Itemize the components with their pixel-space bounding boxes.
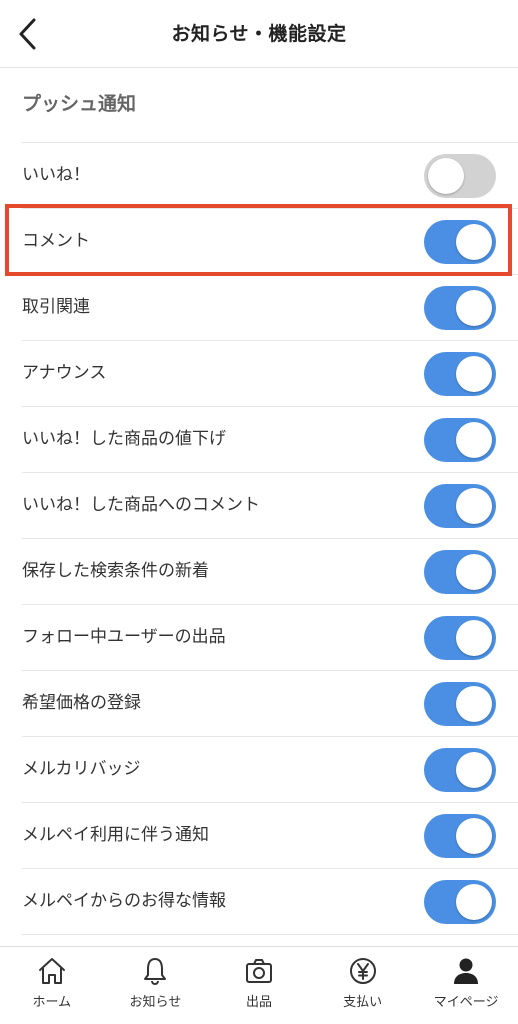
toggle-knob <box>456 620 492 656</box>
toggle-knob <box>456 488 492 524</box>
setting-label: いいね！した商品の値下げ <box>22 429 226 449</box>
toggle-knob <box>428 158 464 194</box>
toggle-knob <box>456 752 492 788</box>
setting-row-price-requests: 希望価格の登録 <box>22 671 518 737</box>
toggle-knob <box>456 290 492 326</box>
page-title: お知らせ・機能設定 <box>171 23 347 45</box>
setting-label: アナウンス <box>22 363 107 383</box>
toggle-switch[interactable] <box>424 880 496 924</box>
toggle-switch[interactable] <box>424 748 496 792</box>
toggle-knob <box>456 422 492 458</box>
toggle-switch[interactable] <box>424 220 496 264</box>
nav-label: ホーム <box>32 995 72 1010</box>
nav-item-mypage[interactable]: マイページ <box>414 947 518 1024</box>
setting-label: いいね！した商品へのコメント <box>22 495 260 515</box>
setting-row-transactions: 取引関連 <box>22 275 518 341</box>
header: お知らせ・機能設定 <box>0 0 518 68</box>
notification-settings-screen: お知らせ・機能設定 プッシュ通知 いいね！ コメント 取引関連 アナウンス いい… <box>0 0 518 1024</box>
section-title-push-notifications: プッシュ通知 <box>22 93 137 115</box>
toggle-switch[interactable] <box>424 154 496 198</box>
toggle-knob <box>456 686 492 722</box>
setting-row-announcements: アナウンス <box>22 341 518 407</box>
nav-label: マイページ <box>433 995 499 1010</box>
toggle-switch[interactable] <box>424 682 496 726</box>
camera-icon <box>243 955 275 987</box>
setting-label: メルカリバッジ <box>22 759 141 779</box>
person-icon <box>450 955 482 987</box>
setting-label: 保存した検索条件の新着 <box>22 561 209 581</box>
nav-item-notifications[interactable]: お知らせ <box>104 947 208 1024</box>
nav-label: 出品 <box>245 995 272 1010</box>
bell-icon <box>139 955 171 987</box>
toggle-switch[interactable] <box>424 352 496 396</box>
setting-row-comment: コメント <box>22 209 518 275</box>
toggle-switch[interactable] <box>424 616 496 660</box>
setting-row-merpay-usage: メルペイ利用に伴う通知 <box>22 803 518 869</box>
home-icon <box>36 955 68 987</box>
setting-row-like: いいね！ <box>22 143 518 209</box>
toggle-switch[interactable] <box>424 814 496 858</box>
setting-label: いいね！ <box>22 165 90 185</box>
setting-label: メルペイ利用に伴う通知 <box>22 825 209 845</box>
toggle-switch[interactable] <box>424 484 496 528</box>
nav-item-sell[interactable]: 出品 <box>207 947 311 1024</box>
nav-item-payment[interactable]: 支払い <box>311 947 415 1024</box>
toggle-switch[interactable] <box>424 286 496 330</box>
setting-row-merpay-deals: メルペイからのお得な情報 <box>22 869 518 935</box>
yen-icon <box>347 955 379 987</box>
setting-label: 取引関連 <box>22 297 90 317</box>
setting-row-liked-price-drop: いいね！した商品の値下げ <box>22 407 518 473</box>
toggle-switch[interactable] <box>424 550 496 594</box>
setting-label: メルペイからのお得な情報 <box>22 891 226 911</box>
toggle-knob <box>456 224 492 260</box>
toggle-knob <box>456 818 492 854</box>
setting-label: コメント <box>22 231 90 251</box>
nav-label: お知らせ <box>129 995 182 1010</box>
setting-row-saved-search: 保存した検索条件の新着 <box>22 539 518 605</box>
nav-item-home[interactable]: ホーム <box>0 947 104 1024</box>
setting-label: フォロー中ユーザーの出品 <box>22 627 226 647</box>
setting-row-following-listings: フォロー中ユーザーの出品 <box>22 605 518 671</box>
nav-label: 支払い <box>343 995 383 1010</box>
toggle-knob <box>456 554 492 590</box>
toggle-knob <box>456 884 492 920</box>
toggle-switch[interactable] <box>424 418 496 462</box>
setting-row-mercari-badge: メルカリバッジ <box>22 737 518 803</box>
bottom-navigation: ホーム お知らせ 出品 支払い マイページ <box>0 946 518 1024</box>
setting-label: 希望価格の登録 <box>22 693 141 713</box>
settings-list: いいね！ コメント 取引関連 アナウンス いいね！した商品の値下げ いいね！した… <box>22 143 518 935</box>
setting-row-liked-comments: いいね！した商品へのコメント <box>22 473 518 539</box>
toggle-knob <box>456 356 492 392</box>
